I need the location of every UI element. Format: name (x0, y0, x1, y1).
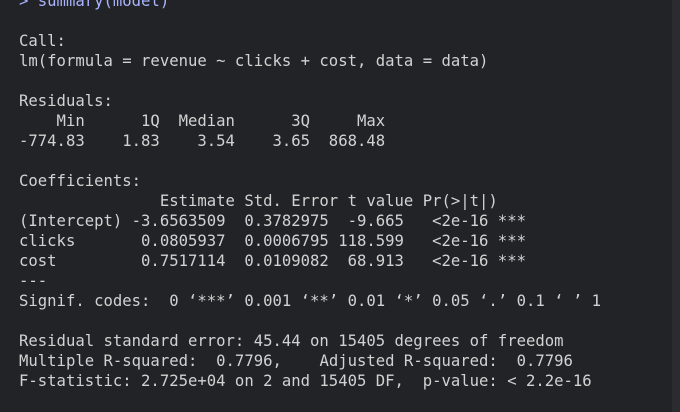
residuals-heading: Residuals: (19, 92, 113, 110)
coefficients-header-row: Estimate Std. Error t value Pr(>|t|) (19, 192, 536, 210)
residual-standard-error-line: Residual standard error: 45.44 on 15405 … (19, 332, 564, 350)
separator-line: --- (19, 272, 48, 290)
r-squared-line: Multiple R-squared: 0.7796, Adjusted R-s… (19, 352, 583, 370)
call-heading: Call: (19, 32, 66, 50)
call-formula: lm(formula = revenue ~ clicks + cost, da… (19, 52, 489, 70)
coefficients-row-intercept: (Intercept) -3.6563509 0.3782975 -9.665 … (19, 212, 526, 230)
residuals-values-row: -774.83 1.83 3.54 3.65 868.48 (19, 132, 395, 150)
vertical-scrollbar[interactable] (672, 0, 680, 412)
coefficients-heading: Coefficients: (19, 172, 142, 190)
r-console-output: > summary(model) Call: lm(formula = reve… (0, 0, 680, 412)
coefficients-row-cost: cost 0.7517114 0.0109082 68.913 <2e-16 *… (19, 252, 526, 270)
coefficients-row-clicks: clicks 0.0805937 0.0006795 118.599 <2e-1… (19, 232, 526, 250)
f-statistic-line: F-statistic: 2.725e+04 on 2 and 15405 DF… (19, 372, 592, 390)
signif-codes-line: Signif. codes: 0 ‘***’ 0.001 ‘**’ 0.01 ‘… (19, 292, 602, 310)
residuals-header-row: Min 1Q Median 3Q Max (19, 112, 395, 130)
console-command-line: > summary(model) (19, 0, 170, 10)
